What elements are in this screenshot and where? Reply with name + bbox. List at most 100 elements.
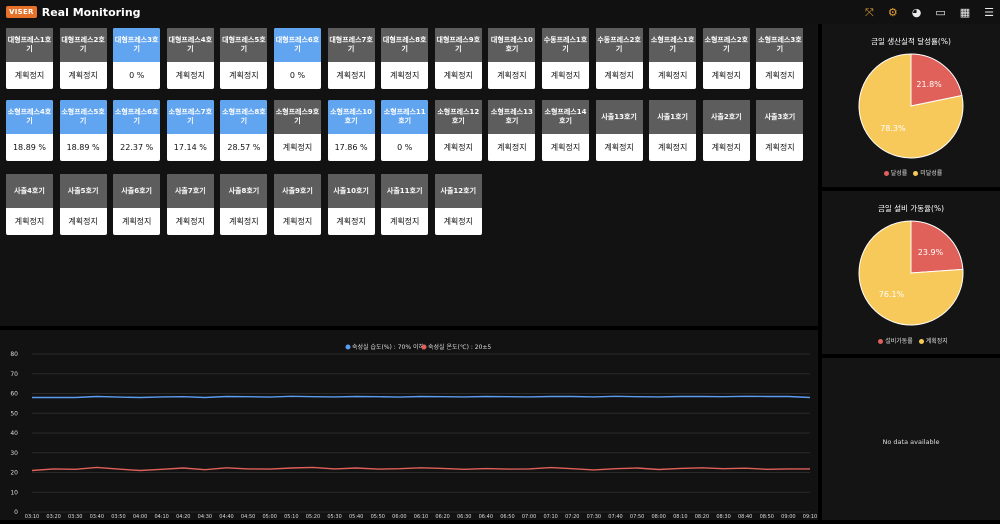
machine-card[interactable]: 대형프레스5호기 계획정지 bbox=[220, 28, 268, 89]
x-tick-label: 05:50 bbox=[371, 514, 385, 520]
machine-card[interactable]: 대형프레스6호기 0 % bbox=[274, 28, 321, 89]
legend-dot bbox=[421, 344, 427, 350]
machine-card[interactable]: 수동프레스2호기 계획정지 bbox=[595, 28, 643, 89]
machine-card[interactable]: 대형프레스8호기 계획정지 bbox=[381, 28, 429, 89]
machine-name: 대형프레스9호기 bbox=[434, 28, 482, 62]
y-tick-label: 0 bbox=[14, 509, 18, 516]
machine-card[interactable]: 소형프레스11호기 0 % bbox=[381, 100, 429, 161]
machine-value: 계획정지 bbox=[336, 71, 366, 80]
x-tick-label: 07:10 bbox=[543, 514, 557, 520]
machine-name: 소형프레스2호기 bbox=[702, 28, 750, 62]
x-tick-label: 07:20 bbox=[565, 514, 579, 520]
y-tick-label: 80 bbox=[10, 351, 18, 358]
machine-value: 계획정지 bbox=[229, 71, 259, 80]
x-tick-label: 06:30 bbox=[457, 514, 471, 520]
machine-card[interactable]: 사출5호기 계획정지 bbox=[59, 174, 107, 235]
machine-card[interactable]: 소형프레스3호기 계획정지 bbox=[756, 28, 804, 89]
machine-card[interactable]: 사출13호기 계획정지 bbox=[595, 100, 643, 161]
list-icon[interactable]: ☰ bbox=[984, 7, 994, 18]
machine-card[interactable]: 사출11호기계획정지 bbox=[381, 174, 429, 235]
machine-name: 소형프레스11호기 bbox=[381, 100, 429, 134]
machine-value: 계획정지 bbox=[175, 71, 206, 80]
machine-value: 계획정지 bbox=[282, 217, 313, 226]
machine-value: 계획정지 bbox=[389, 217, 420, 226]
machine-card[interactable]: 사출12호기 계획정지 bbox=[434, 174, 482, 235]
machine-name: 사출3호기 bbox=[756, 100, 804, 134]
machine-card[interactable]: 사출4호기계획정지 bbox=[6, 174, 53, 235]
machine-card[interactable]: 사출7호기계획정지 bbox=[166, 174, 214, 235]
machine-card[interactable]: 수동프레스1호기 계획정지 bbox=[542, 28, 589, 89]
machine-card[interactable]: 소형프레스6호기 22.37 % bbox=[113, 100, 161, 161]
machine-card[interactable]: 대형프레스1호기 계획정지 bbox=[6, 28, 53, 89]
legend-operation-rate: 설비가동률 bbox=[885, 338, 913, 345]
machine-card[interactable]: 사출8호기 계획정지 bbox=[220, 174, 268, 235]
toolbar-icons: ⤧ ⚙ ◕ ▭ ▦ ☰ bbox=[865, 0, 994, 24]
machine-card[interactable]: 소형프레스5호기 18.89 % bbox=[59, 100, 107, 161]
machine-card[interactable]: 대형프레스4호기 계획정지 bbox=[166, 28, 214, 89]
machine-card[interactable]: 사출6호기계획정지 bbox=[113, 174, 161, 235]
machine-card[interactable]: 소형프레스2호기 계획정지 bbox=[702, 28, 750, 89]
x-tick-label: 05:10 bbox=[284, 514, 298, 520]
expand-icon[interactable]: ⤧ bbox=[865, 7, 874, 18]
machine-card[interactable]: 소형프레스8호기 28.57 % bbox=[220, 100, 268, 161]
machine-value: 계획정지 bbox=[68, 217, 98, 226]
machine-value: 계획정지 bbox=[657, 143, 688, 152]
x-tick-label: 09:00 bbox=[781, 514, 795, 520]
machine-name: 소형프레스9호기 bbox=[274, 100, 321, 134]
machine-value: 계획정지 bbox=[389, 71, 420, 80]
machine-name: 사출6호기 bbox=[113, 174, 161, 208]
machine-value: 0 % bbox=[397, 143, 413, 152]
top-bar: VISER Real Monitoring ⤧ ⚙ ◕ ▭ ▦ ☰ bbox=[0, 0, 1000, 24]
machine-name: 대형프레스7호기 bbox=[327, 28, 375, 62]
machine-card[interactable]: 소형프레스12호기 계획정지 bbox=[434, 100, 482, 161]
machine-value: 계획정지 bbox=[14, 217, 45, 226]
machine-value: 계획정지 bbox=[121, 217, 152, 226]
empty-panel: No data available bbox=[822, 358, 1000, 520]
machine-value: 계획정지 bbox=[14, 71, 45, 80]
grid-icon[interactable]: ▦ bbox=[960, 7, 970, 18]
legend-dot bbox=[913, 171, 919, 176]
machine-name: 사출11호기 bbox=[381, 174, 429, 208]
machine-card[interactable]: 소형프레스13호기 계획정지 bbox=[488, 100, 536, 161]
x-tick-label: 04:00 bbox=[133, 514, 147, 520]
pie-chart-icon[interactable]: ◕ bbox=[912, 7, 922, 18]
machine-card[interactable]: 대형프레스2호기 계획정지 bbox=[59, 28, 107, 89]
machine-name: 사출7호기 bbox=[166, 174, 214, 208]
machine-value: 28.57 % bbox=[227, 143, 261, 152]
monitor-icon[interactable]: ▭ bbox=[935, 7, 945, 18]
machine-card[interactable]: 소형프레스1호기 계획정지 bbox=[649, 28, 697, 89]
x-tick-label: 06:50 bbox=[500, 514, 514, 520]
machine-card[interactable]: 대형프레스3호기 0 % bbox=[113, 28, 161, 89]
machine-value: 계획정지 bbox=[175, 217, 206, 226]
machine-name: 소형프레스8호기 bbox=[220, 100, 268, 134]
machine-card[interactable]: 소형프레스7호기 17.14 % bbox=[166, 100, 214, 161]
no-data-message: No data available bbox=[882, 438, 940, 446]
machine-name: 소형프레스1호기 bbox=[649, 28, 697, 62]
machine-value: 계획정지 bbox=[443, 71, 474, 80]
x-tick-label: 03:30 bbox=[68, 514, 82, 520]
app-title: Real Monitoring bbox=[41, 5, 141, 19]
machine-card[interactable]: 사출10호기 계획정지 bbox=[327, 174, 375, 235]
machine-card[interactable]: 사출2호기 계획정지 bbox=[702, 100, 750, 161]
machine-card[interactable]: 소형프레스4호기 18.89 % bbox=[6, 100, 53, 161]
legend-label: 숙성실 온도(℃) : 20±5 bbox=[428, 343, 491, 351]
x-tick-label: 06:10 bbox=[414, 514, 428, 520]
machine-card[interactable]: 소형프레스14호기 계획정지 bbox=[542, 100, 589, 161]
x-tick-label: 06:00 bbox=[392, 514, 406, 520]
machine-name: 소형프레스10호기 bbox=[327, 100, 375, 134]
machine-card[interactable]: 소형프레스9호기 계획정지 bbox=[274, 100, 321, 161]
production-achievement-panel: 금일 생산실적 달성률(%) 21.8% 78.3% 달성률 미달성률 bbox=[822, 24, 1000, 187]
machine-card[interactable]: 사출1호기 계획정지 bbox=[649, 100, 697, 161]
machine-value: 18.89 % bbox=[12, 143, 47, 152]
machine-card[interactable]: 사출9호기 계획정지 bbox=[274, 174, 321, 235]
gears-icon[interactable]: ⚙ bbox=[888, 7, 898, 18]
equipment-operation-pie: 23.9% 76.1% bbox=[858, 220, 964, 326]
machine-card[interactable]: 소형프레스10호기 17.86 % bbox=[327, 100, 375, 161]
machine-card[interactable]: 대형프레스7호기계획정지 bbox=[327, 28, 375, 89]
machine-value: 0 % bbox=[129, 71, 145, 80]
machine-card[interactable]: 대형프레스9호기계획정지 bbox=[434, 28, 482, 89]
machine-name: 사출4호기 bbox=[6, 174, 53, 208]
machine-card[interactable]: 대형프레스10호기 계획정지 bbox=[488, 28, 536, 89]
legend-label: 숙성실 습도(%) : 70% 이하 bbox=[352, 343, 424, 351]
machine-card[interactable]: 사출3호기 계획정지 bbox=[756, 100, 804, 161]
